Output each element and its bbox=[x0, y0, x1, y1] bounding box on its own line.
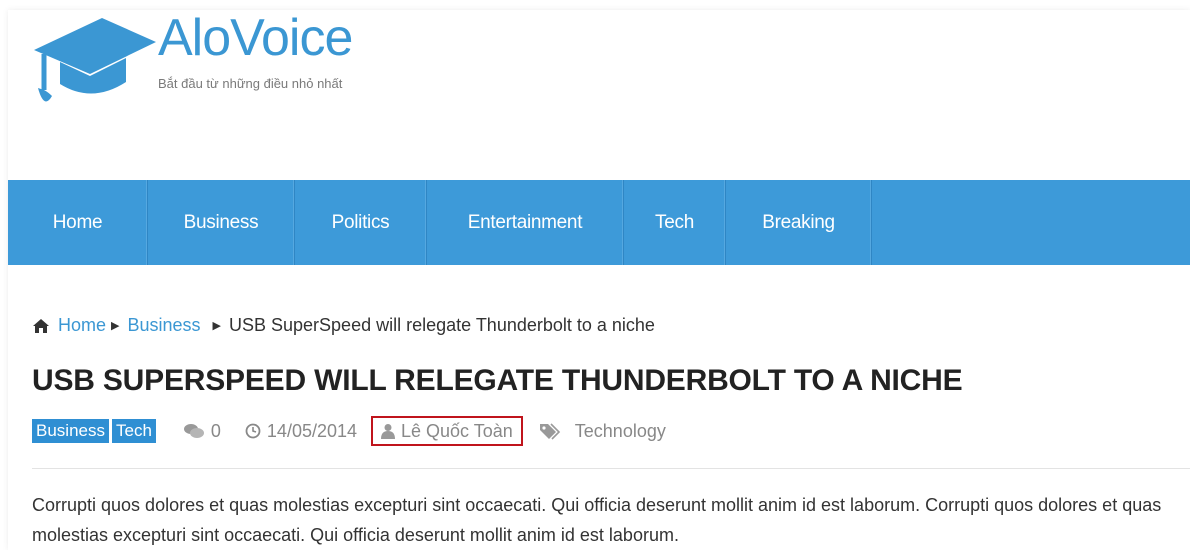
article-body: Corrupti quos dolores et quas molestias … bbox=[32, 495, 1162, 545]
article-meta: Business Tech 0 14/05/2014 Lê Quốc Toàn bbox=[32, 416, 666, 446]
tag-label: Technology bbox=[574, 420, 666, 441]
chevron-right-icon: ▶ bbox=[212, 320, 221, 332]
logo-tagline: Bắt đầu từ những điều nhỏ nhất bbox=[158, 76, 343, 91]
nav-item-politics[interactable]: Politics bbox=[295, 180, 427, 265]
nav-item-entertainment[interactable]: Entertainment bbox=[427, 180, 624, 265]
home-icon bbox=[32, 318, 50, 334]
page: AloVoice Bắt đầu từ những điều nhỏ nhất … bbox=[8, 9, 1190, 550]
breadcrumb-section-link[interactable]: Business bbox=[127, 315, 200, 336]
graduation-cap-icon bbox=[34, 18, 156, 102]
post-date: 14/05/2014 bbox=[245, 421, 357, 442]
clock-icon bbox=[245, 423, 261, 439]
breadcrumb-current: USB SuperSpeed will relegate Thunderbolt… bbox=[229, 315, 655, 335]
logo-name: AloVoice bbox=[158, 9, 353, 67]
article-title: USB SUPERSPEED WILL RELEGATE THUNDERBOLT… bbox=[32, 364, 963, 397]
breadcrumb: Home ▶ Business ▶ USB SuperSpeed will re… bbox=[32, 315, 655, 336]
author-link[interactable]: Lê Quốc Toàn bbox=[371, 416, 523, 446]
post-date-value: 14/05/2014 bbox=[266, 420, 358, 441]
tags-icon bbox=[539, 423, 560, 440]
comments-icon bbox=[183, 424, 204, 438]
divider bbox=[32, 468, 1190, 469]
post-tag[interactable]: Technology bbox=[539, 421, 666, 442]
breadcrumb-home-link[interactable]: Home bbox=[58, 315, 106, 336]
category-badge-tech[interactable]: Tech bbox=[111, 419, 156, 443]
comments-count-value: 0 bbox=[210, 420, 221, 441]
nav-item-home[interactable]: Home bbox=[8, 180, 148, 265]
site-logo[interactable]: AloVoice Bắt đầu từ những điều nhỏ nhất bbox=[30, 9, 450, 122]
nav-item-business[interactable]: Business bbox=[148, 180, 295, 265]
main-nav: Home Business Politics Entertainment Tec… bbox=[8, 180, 1190, 265]
comments-count[interactable]: 0 bbox=[183, 421, 221, 442]
nav-item-tech[interactable]: Tech bbox=[624, 180, 726, 265]
nav-item-breaking[interactable]: Breaking bbox=[726, 180, 872, 265]
user-icon bbox=[381, 424, 396, 439]
category-badge-business[interactable]: Business bbox=[32, 419, 109, 443]
chevron-right-icon: ▶ bbox=[111, 320, 120, 332]
author-name: Lê Quốc Toàn bbox=[401, 420, 513, 441]
